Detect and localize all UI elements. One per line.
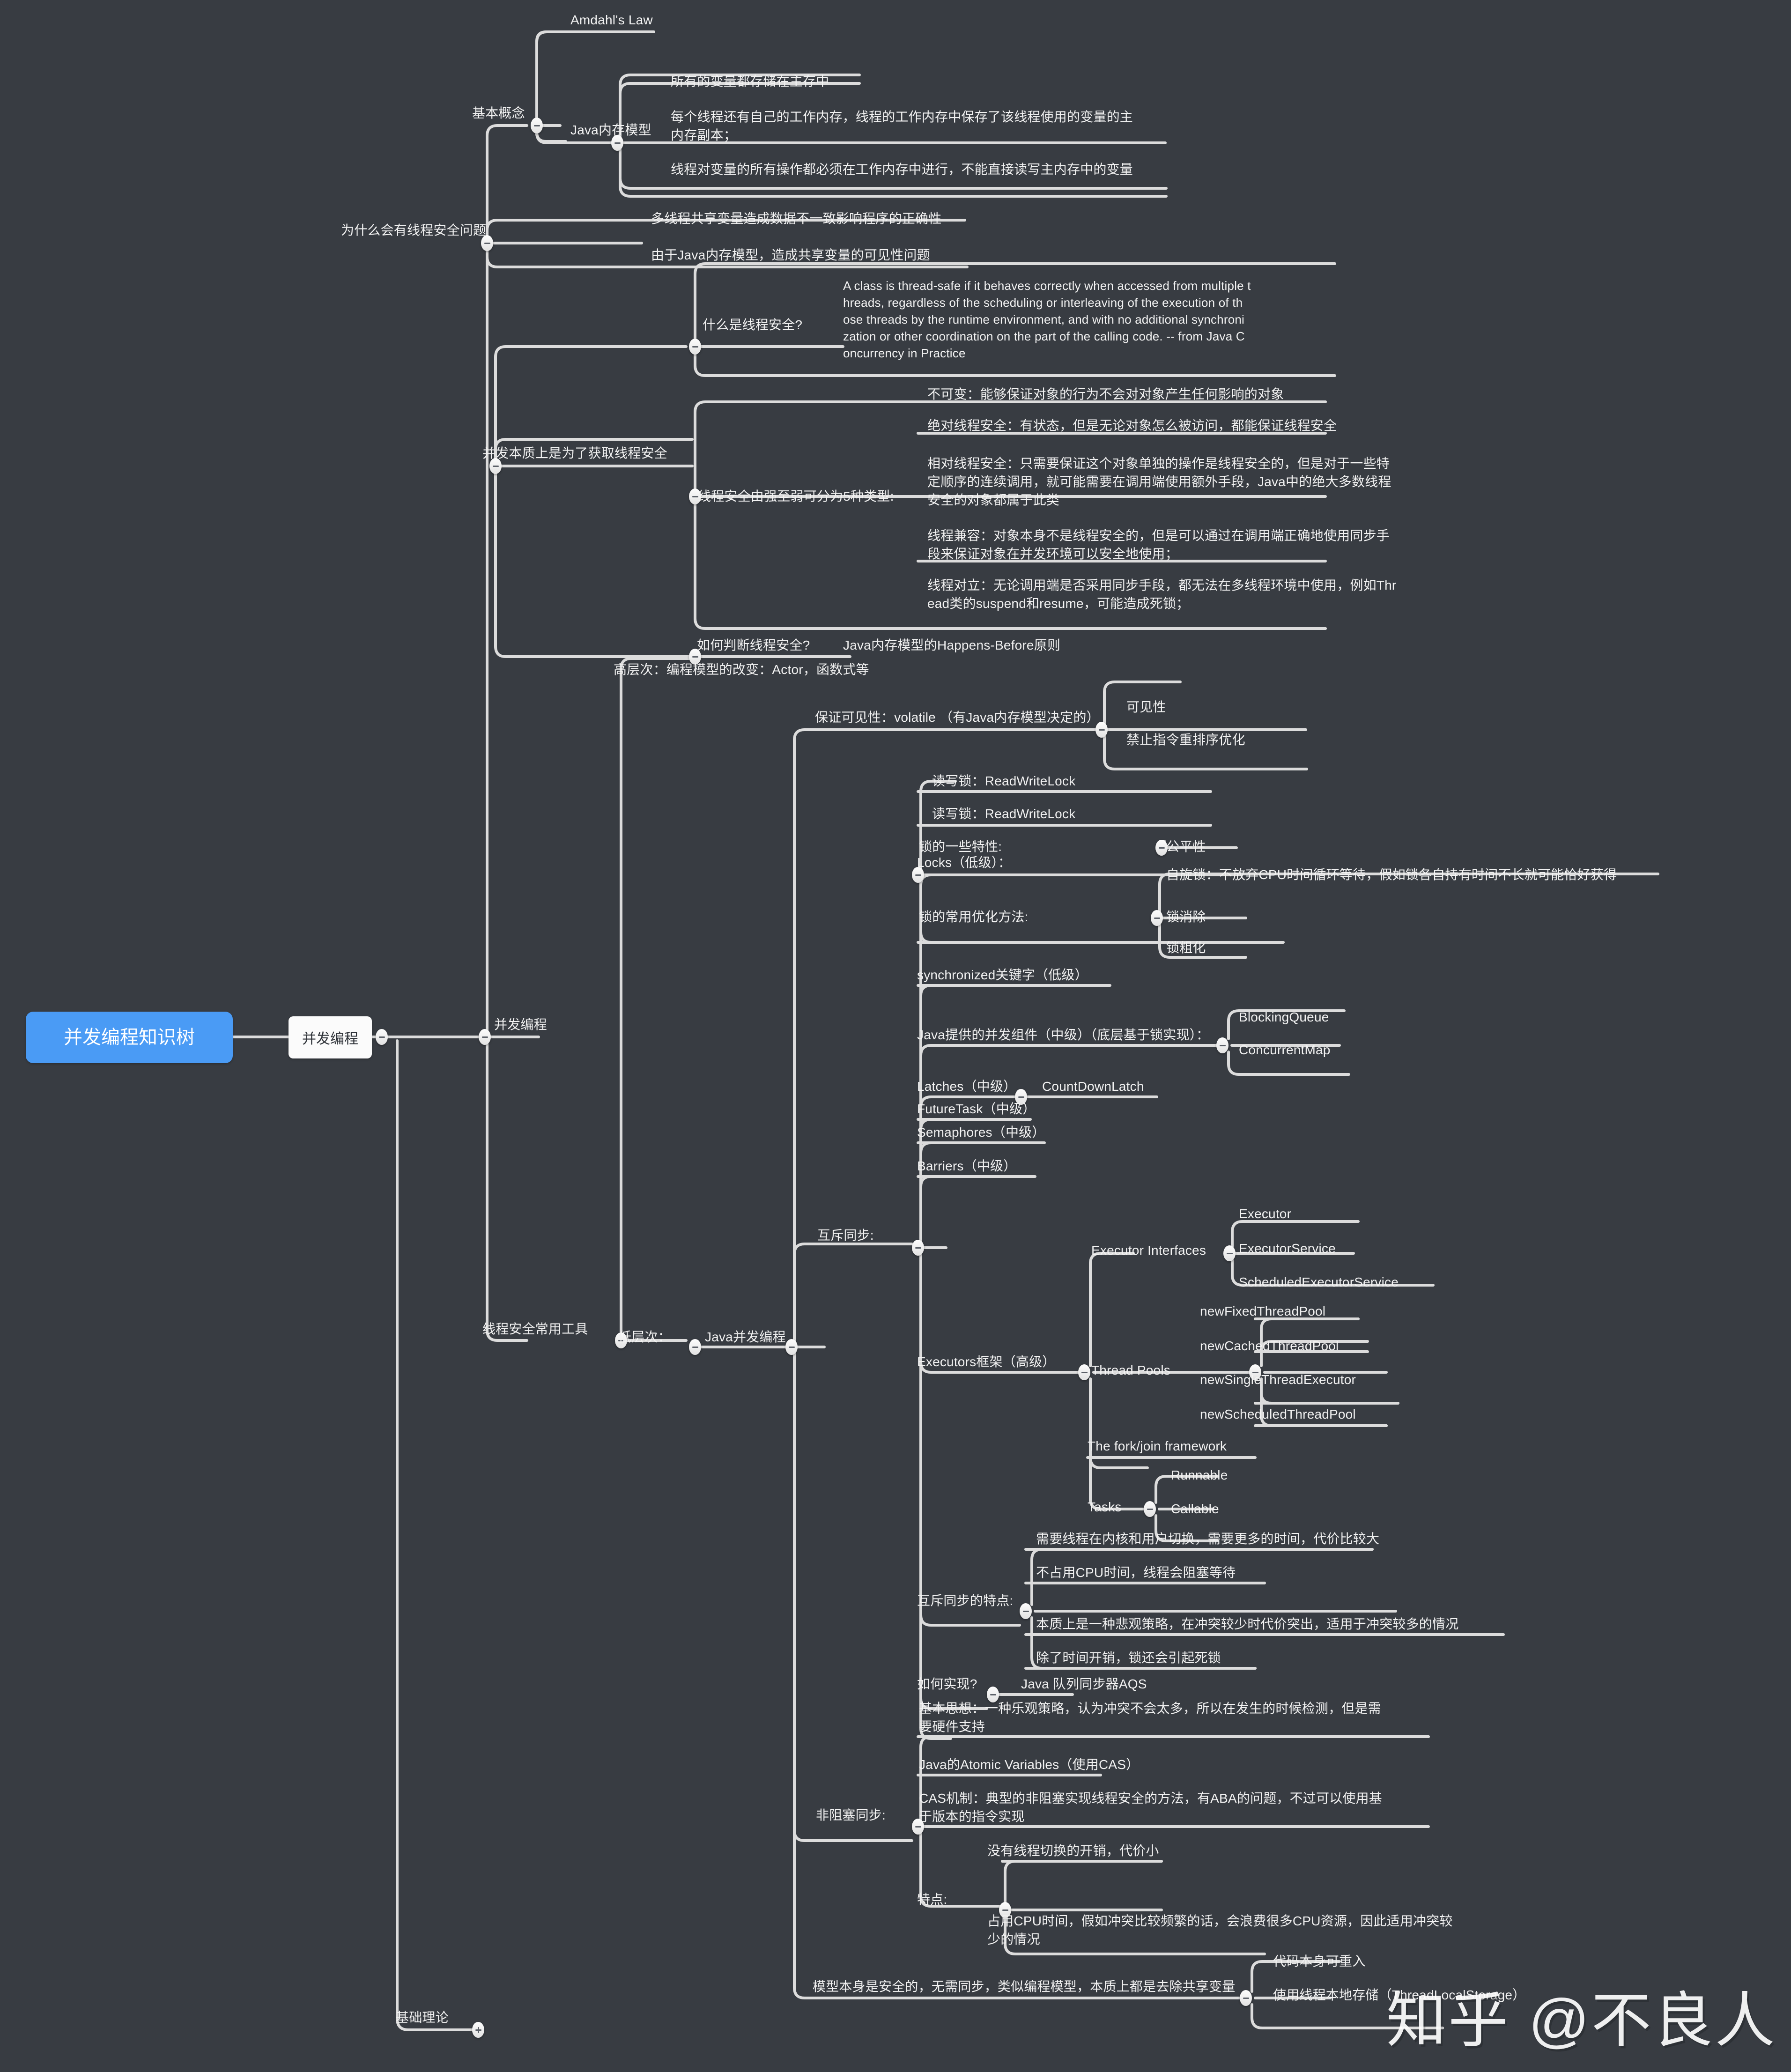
collapse-knob-model-safe[interactable] <box>1240 1990 1252 2006</box>
collapse-knob-concurrency[interactable] <box>479 1029 491 1045</box>
node-latches[interactable]: Latches（中级） <box>917 1077 1016 1095</box>
node-blockingqueue[interactable]: BlockingQueue <box>1239 1008 1329 1026</box>
node-tasks[interactable]: Tasks <box>1088 1498 1122 1516</box>
node-how-judge-thread-safe[interactable]: 如何判断线程安全? <box>697 636 810 654</box>
node-type-compatible[interactable]: 线程兼容：对象本身不是线程安全的，但是可以通过在调用端正确地使用同步手 段来保证… <box>927 526 1390 563</box>
node-runnable[interactable]: Runnable <box>1171 1466 1228 1484</box>
node-callable[interactable]: Callable <box>1171 1500 1219 1518</box>
node-barriers[interactable]: Barriers（中级） <box>917 1157 1016 1175</box>
node-what-is-thread-safe[interactable]: 什么是线程安全? <box>703 316 802 334</box>
node-mutex-feature-3[interactable]: 本质上是一种悲观策略，在冲突较少时代价突出，适用于冲突较多的情况 <box>1036 1615 1458 1633</box>
node-readwritelock-1[interactable]: 读写锁：ReadWriteLock <box>932 772 1075 790</box>
node-readwritelock-2[interactable]: 读写锁：ReadWriteLock <box>932 805 1075 823</box>
node-executorservice[interactable]: ExecutorService <box>1239 1239 1336 1258</box>
node-countdownlatch[interactable]: CountDownLatch <box>1042 1077 1144 1095</box>
node-java-memory-model[interactable]: Java内存模型 <box>570 121 651 139</box>
node-java-concurrency[interactable]: Java并发编程 <box>705 1328 786 1346</box>
node-synchronized-keyword[interactable]: synchronized关键字（低级） <box>917 966 1088 984</box>
collapse-knob-what-is-thread-safe[interactable] <box>689 339 701 355</box>
node-thread-safe-definition[interactable]: A class is thread-safe if it behaves cor… <box>843 277 1251 362</box>
node-newcachedthreadpool[interactable]: newCachedThreadPool <box>1200 1337 1339 1355</box>
node-how-implement[interactable]: 如何实现? <box>917 1675 977 1693</box>
node-jmm-rule-2[interactable]: 每个线程还有自己的工作内存，线程的工作内存中保存了该线程使用的变量的主 内存副本… <box>671 108 1133 144</box>
node-nb-basic-idea[interactable]: 基本思想：一种乐观策略，认为冲突不会太多，所以在发生的时候检测，但是需 要硬件支… <box>919 1699 1381 1736</box>
node-type-hostile[interactable]: 线程对立：无论调用端是否采用同步手段，都无法在多线程环境中使用，例如Thr ea… <box>927 576 1396 613</box>
node-nonblocking-sync[interactable]: 非阻塞同步: <box>816 1806 886 1824</box>
node-locks[interactable]: Locks（低级）： <box>917 853 1011 872</box>
node-thread-pools[interactable]: Thread Pools <box>1091 1361 1170 1379</box>
node-jmm-rule-3[interactable]: 线程对变量的所有操作都必须在工作内存中进行，不能直接读写主内存中的变量 <box>671 160 1133 178</box>
expand-knob-basic-theory[interactable] <box>472 2022 484 2038</box>
collapse-knob-executor-interfaces[interactable] <box>1223 1245 1236 1261</box>
node-lock-optimizations[interactable]: 锁的常用优化方法: <box>919 908 1029 926</box>
node-newscheduledthreadpool[interactable]: newScheduledThreadPool <box>1200 1405 1356 1423</box>
level1-node-label: 并发编程 <box>302 1031 358 1047</box>
collapse-knob-java-concurrency[interactable] <box>785 1339 798 1355</box>
node-forbid-reorder[interactable]: 禁止指令重排序优化 <box>1126 731 1245 749</box>
node-newsinglethreadexecutor[interactable]: newSingleThreadExecutor <box>1200 1370 1356 1389</box>
node-model-inherently-safe[interactable]: 模型本身是安全的，无需同步，类似编程模型，本质上都是去除共享变量 <box>813 1977 1235 1996</box>
collapse-knob-mutex-features[interactable] <box>1020 1603 1032 1619</box>
node-type-absolute[interactable]: 绝对线程安全：有状态，但是无论对象怎么被访问，都能保证线程安全 <box>927 416 1337 435</box>
collapse-knob-mutex-sync[interactable] <box>912 1240 924 1256</box>
node-lock-fairness[interactable]: 公平性 <box>1166 837 1206 856</box>
node-nb-feature-2[interactable]: 占用CPU时间，假如冲突比较频繁的话，会浪费很多CPU资源，因此适用冲突较 少的… <box>987 1912 1453 1948</box>
node-concurrency-programming[interactable]: 并发编程 <box>494 1015 547 1034</box>
node-mutex-feature-4[interactable]: 除了时间开销，锁还会引起死锁 <box>1036 1649 1221 1667</box>
node-atomic-variables[interactable]: Java的Atomic Variables（使用CAS） <box>919 1755 1139 1774</box>
node-amdahls-law[interactable]: Amdahl's Law <box>570 11 653 29</box>
collapse-knob-basic-concepts[interactable] <box>531 118 543 133</box>
node-executors-framework[interactable]: Executors框架（高级） <box>917 1353 1056 1371</box>
node-futuretask[interactable]: FutureTask（中级） <box>917 1100 1036 1118</box>
mindmap-canvas: 并发编程知识树 并发编程 并发编程 基础理论 基本概念 Amdahl's Law… <box>0 0 1791 2072</box>
collapse-knob-executors[interactable] <box>1078 1364 1090 1380</box>
node-basic-concepts[interactable]: 基本概念 <box>472 104 525 122</box>
node-lock-elimination[interactable]: 锁消除 <box>1166 908 1206 926</box>
node-forkjoin-framework[interactable]: The fork/join framework <box>1088 1437 1227 1455</box>
node-cas-mechanism[interactable]: CAS机制：典型的非阻塞实现线程安全的方法，有ABA的问题，不过可以使用基 于版… <box>919 1789 1382 1826</box>
node-spinlock[interactable]: 自旋锁：不放弃CPU时间循环等待，假如锁各自持有时间不长就可能恰好获得 <box>1166 866 1617 884</box>
level1-node[interactable]: 并发编程 <box>289 1016 372 1058</box>
node-mutex-feature-1[interactable]: 需要线程在内核和用户切换，需要更多的时间，代价比较大 <box>1036 1530 1379 1548</box>
node-low-level[interactable]: 低层次： <box>618 1328 671 1346</box>
node-visibility[interactable]: 可见性 <box>1126 698 1166 716</box>
node-executor[interactable]: Executor <box>1239 1205 1291 1223</box>
node-why-reason-2[interactable]: 由于Java内存模型，造成共享变量的可见性问题 <box>651 246 930 264</box>
node-nb-features[interactable]: 特点: <box>917 1890 947 1909</box>
node-mutex-features[interactable]: 互斥同步的特点: <box>917 1591 1013 1610</box>
node-aqs[interactable]: Java 队列同步器AQS <box>1021 1675 1147 1693</box>
root-node-label: 并发编程知识树 <box>64 1027 195 1048</box>
node-nb-feature-1[interactable]: 没有线程切换的开销，代价小 <box>987 1842 1159 1860</box>
node-high-level-models[interactable]: 高层次：编程模型的改变：Actor，函数式等 <box>614 660 869 679</box>
node-mutex-feature-2[interactable]: 不占用CPU时间，线程会阻塞等待 <box>1036 1563 1236 1582</box>
collapse-knob-level1[interactable] <box>376 1029 388 1045</box>
node-concurrentmap[interactable]: ConcurrentMap <box>1239 1041 1331 1059</box>
node-semaphores[interactable]: Semaphores（中级） <box>917 1123 1045 1141</box>
node-newfixedthreadpool[interactable]: newFixedThreadPool <box>1200 1302 1325 1320</box>
node-thread-safe-tools[interactable]: 线程安全常用工具 <box>482 1320 588 1338</box>
zhihu-watermark: 知乎 @不良人 <box>1386 1987 1777 2054</box>
collapse-knob-java-components[interactable] <box>1216 1037 1229 1053</box>
node-type-relative[interactable]: 相对线程安全：只需要保证这个对象单独的操作是线程安全的，但是对于一些特 定顺序的… <box>927 454 1391 509</box>
node-lock-coarsening[interactable]: 锁粗化 <box>1166 939 1206 957</box>
node-executor-interfaces[interactable]: Executor Interfaces <box>1091 1241 1206 1259</box>
node-five-types[interactable]: 线程安全由强至弱可分为5种类型: <box>698 487 894 505</box>
node-type-immutable[interactable]: 不可变：能够保证对象的行为不会对对象产生任何影响的对象 <box>927 385 1284 403</box>
node-jmm-rule-1[interactable]: 所有的变量都存储在主存中 <box>671 72 829 90</box>
node-scheduledexecutorservice[interactable]: ScheduledExecutorService <box>1239 1273 1399 1291</box>
node-why-thread-safety[interactable]: 为什么会有线程安全问题 <box>341 221 486 239</box>
node-concurrency-essence[interactable]: 并发本质上是为了获取线程安全 <box>482 444 667 462</box>
node-basic-theory[interactable]: 基础理论 <box>396 2008 449 2027</box>
node-why-reason-1[interactable]: 多线程共享变量造成数据不一致影响程序的正确性 <box>651 209 941 228</box>
collapse-knob-low-level[interactable] <box>689 1339 701 1355</box>
node-happens-before[interactable]: Java内存模型的Happens-Before原则 <box>843 636 1060 654</box>
collapse-knob-tasks[interactable] <box>1144 1501 1156 1517</box>
node-mutex-sync[interactable]: 互斥同步: <box>817 1226 874 1244</box>
collapse-knob-lock-opt[interactable] <box>1151 910 1163 926</box>
root-node[interactable]: 并发编程知识树 <box>26 1012 233 1063</box>
node-lock-features[interactable]: 锁的一些特性: <box>919 837 1002 856</box>
node-reentrant-code[interactable]: 代码本身可重入 <box>1273 1952 1365 1970</box>
node-java-concurrent-components[interactable]: Java提供的并发组件（中级）（底层基于锁实现）： <box>917 1026 1209 1044</box>
node-volatile-visibility[interactable]: 保证可见性：volatile （有Java内存模型决定的） <box>815 708 1100 726</box>
